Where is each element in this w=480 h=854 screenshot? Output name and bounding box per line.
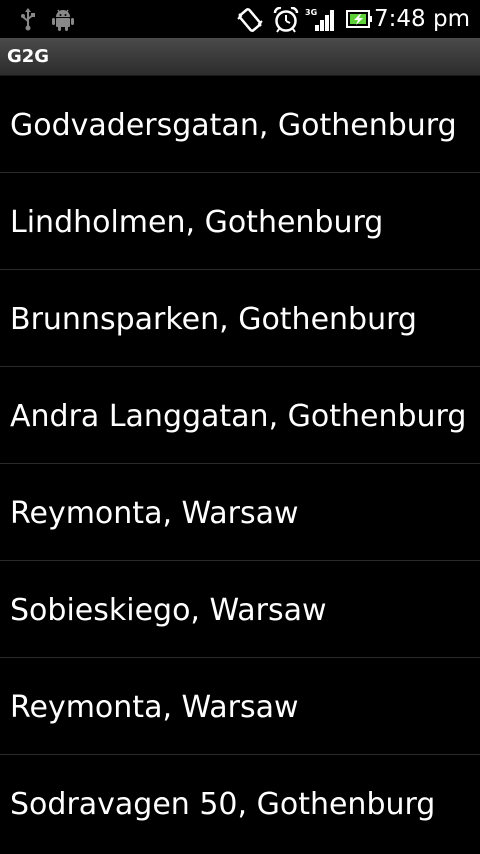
location-label: Reymonta, Warsaw xyxy=(10,496,299,531)
location-label: Brunnsparken, Gothenburg xyxy=(10,302,417,337)
location-label: Sodravagen 50, Gothenburg xyxy=(10,787,436,822)
location-label: Godvadersgatan, Gothenburg xyxy=(10,108,457,143)
location-list: Godvadersgatan, Gothenburg Lindholmen, G… xyxy=(0,76,480,852)
vibrate-icon xyxy=(236,7,264,32)
location-label: Reymonta, Warsaw xyxy=(10,690,299,725)
android-debug-icon xyxy=(52,7,74,31)
list-item-location-4[interactable]: Reymonta, Warsaw xyxy=(0,464,480,561)
list-item-location-1[interactable]: Lindholmen, Gothenburg xyxy=(0,173,480,270)
network-type-label: 3G xyxy=(305,8,317,17)
location-label: Andra Langgatan, Gothenburg xyxy=(10,399,467,434)
list-item-location-6[interactable]: Reymonta, Warsaw xyxy=(0,658,480,755)
battery-charging-icon xyxy=(346,7,372,31)
list-item-location-7[interactable]: Sodravagen 50, Gothenburg xyxy=(0,755,480,852)
list-item-location-0[interactable]: Godvadersgatan, Gothenburg xyxy=(0,76,480,173)
alarm-clock-icon xyxy=(273,6,299,33)
signal-3g-icon: 3G xyxy=(305,7,337,31)
location-label: Lindholmen, Gothenburg xyxy=(10,205,384,240)
list-item-location-3[interactable]: Andra Langgatan, Gothenburg xyxy=(0,367,480,464)
app-title-bar: G2G xyxy=(0,38,480,76)
status-time: 7:48 pm xyxy=(374,6,470,32)
list-item-location-5[interactable]: Sobieskiego, Warsaw xyxy=(0,561,480,658)
status-bar: 3G 7:48 pm xyxy=(0,0,480,38)
location-label: Sobieskiego, Warsaw xyxy=(10,593,327,628)
list-item-location-2[interactable]: Brunnsparken, Gothenburg xyxy=(0,270,480,367)
app-title: G2G xyxy=(7,46,50,67)
usb-icon xyxy=(18,7,38,31)
